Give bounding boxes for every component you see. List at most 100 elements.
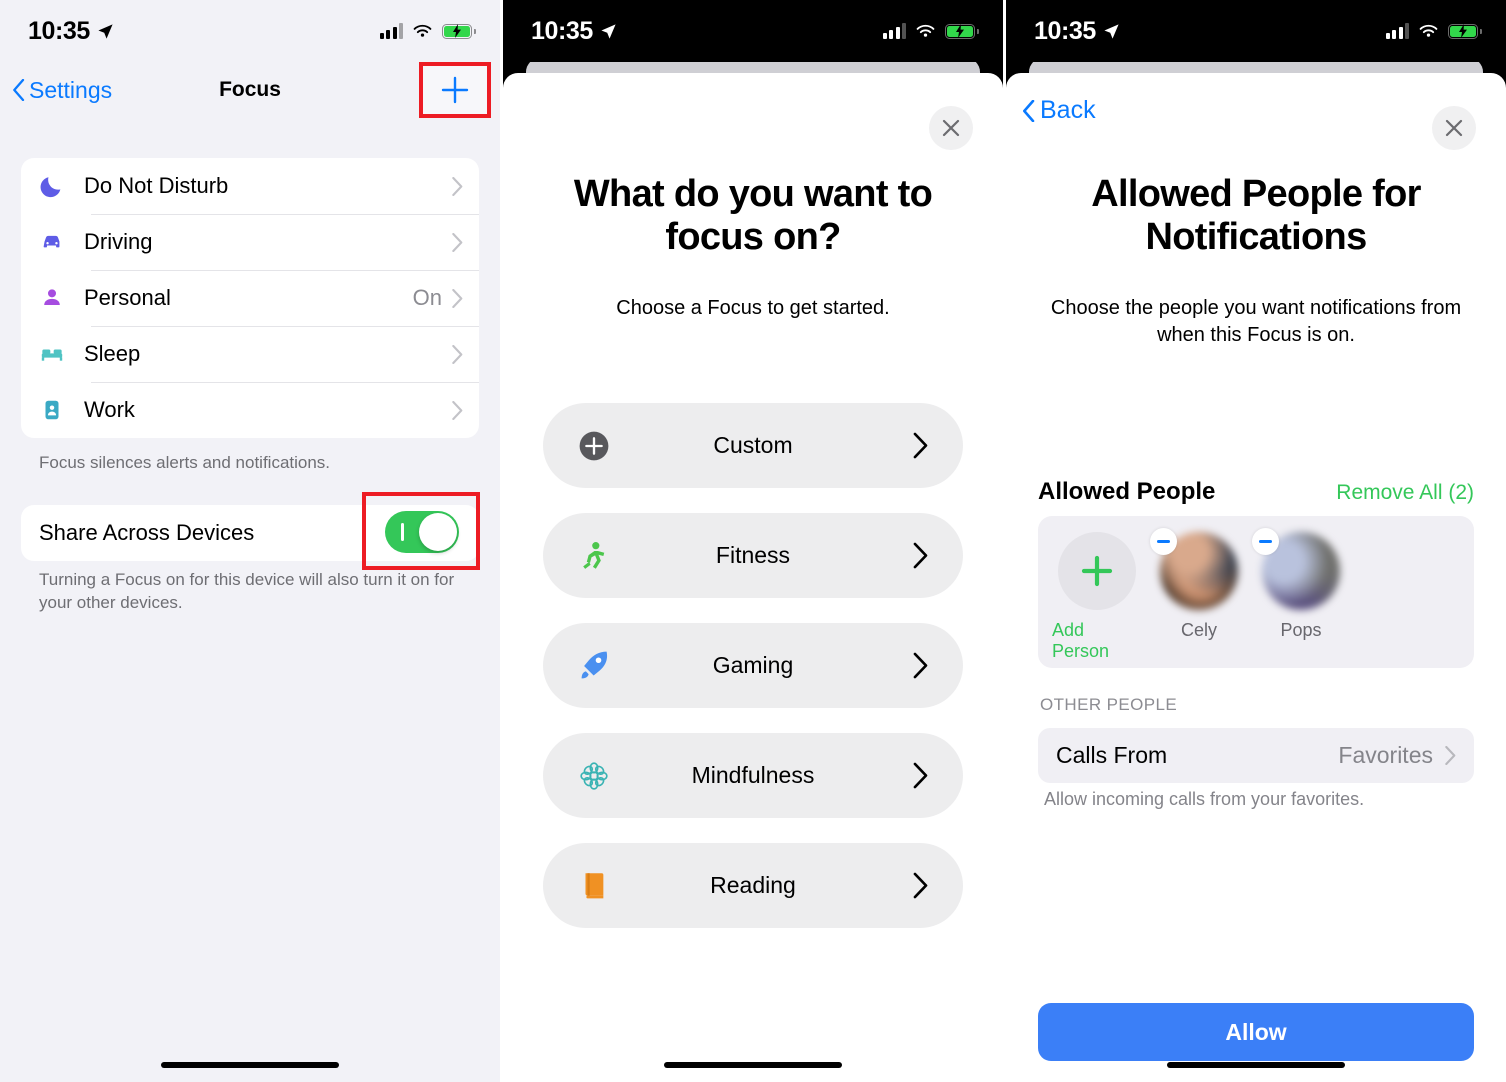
share-across-devices-footnote: Turning a Focus on for this device will … (39, 570, 455, 612)
close-sheet-button[interactable] (1432, 106, 1476, 150)
status-bar: 10:35 (1006, 0, 1506, 62)
focus-label: Sleep (84, 341, 141, 366)
cellular-signal-icon (882, 23, 906, 39)
sheet-title: What do you want to focus on? (573, 173, 933, 259)
focus-row-personal[interactable]: Personal On (21, 270, 479, 326)
status-bar-indicators (1385, 23, 1482, 39)
status-bar-time-group: 10:35 (1034, 17, 1120, 46)
status-bar: 10:35 (0, 0, 500, 62)
three-phone-screenshots: 10:35 Settings Focus Do Not Disturb Driv… (0, 0, 1506, 1082)
battery-charging-icon (945, 23, 979, 39)
focus-row-do-not-disturb[interactable]: Do Not Disturb (21, 158, 479, 214)
add-person-button[interactable]: Add Person (1052, 532, 1142, 662)
allow-button[interactable]: Allow (1038, 1003, 1474, 1061)
back-label: Settings (29, 76, 113, 103)
battery-charging-icon (1448, 23, 1482, 39)
focus-row-work[interactable]: Work (21, 382, 479, 438)
plus-icon (441, 76, 469, 104)
focus-option-custom[interactable]: Custom (543, 403, 963, 488)
share-across-devices-label: Share Across Devices (39, 520, 255, 545)
chevron-right-icon (452, 344, 463, 364)
focus-label: Personal (84, 285, 171, 310)
remove-all-button[interactable]: Remove All (2) (1336, 481, 1474, 505)
badge-icon (38, 396, 66, 424)
wifi-icon (916, 24, 935, 37)
status-bar-indicators (882, 23, 979, 39)
focus-option-gaming[interactable]: Gaming (543, 623, 963, 708)
chevron-right-icon (452, 288, 463, 308)
allowed-people-section-header: Allowed People Remove All (2) (1038, 478, 1474, 506)
focus-list-footnote: Focus silences alerts and notifications. (39, 453, 331, 472)
focus-option-fitness[interactable]: Fitness (543, 513, 963, 598)
close-sheet-button[interactable] (929, 106, 973, 150)
rocket-icon (573, 645, 615, 687)
chevron-right-icon (913, 652, 928, 679)
sheet-subtitle: Choose a Focus to get started. (616, 297, 890, 319)
battery-charging-icon (442, 23, 476, 39)
status-bar-time-group: 10:35 (28, 17, 114, 46)
home-indicator (664, 1062, 842, 1068)
chevron-right-icon (913, 872, 928, 899)
chevron-right-icon (452, 400, 463, 420)
back-to-settings-button[interactable]: Settings (12, 77, 112, 104)
focus-label: Do Not Disturb (84, 173, 229, 198)
plus-circle-icon (573, 425, 615, 467)
status-bar-indicators (379, 23, 476, 39)
chevron-right-icon (913, 432, 928, 459)
chevron-right-icon (1445, 746, 1456, 765)
cellular-signal-icon (1385, 23, 1409, 39)
focus-label: Work (84, 397, 135, 422)
home-indicator (1167, 1062, 1345, 1068)
sheet-subtitle: Choose the people you want notifications… (1050, 297, 1462, 346)
status-bar-clock: 10:35 (28, 16, 90, 45)
allowed-people-list: Add Person Cely Pops (1038, 516, 1474, 668)
sheet-back-label: Back (1040, 96, 1096, 124)
car-icon (38, 228, 66, 256)
calls-from-value: Favorites (1338, 742, 1433, 768)
calls-from-label: Calls From (1056, 742, 1168, 768)
minus-icon[interactable] (1252, 528, 1279, 555)
status-bar-time-group: 10:35 (531, 17, 617, 46)
person-icon (38, 284, 66, 312)
phone-screen-allowed-people: 10:35 Back Allowed People for Notificati… (1006, 0, 1506, 1082)
add-person-avatar (1058, 532, 1136, 610)
chevron-left-icon (13, 79, 25, 101)
focus-value: On (412, 285, 442, 310)
close-icon (1445, 119, 1463, 137)
focus-row-driving[interactable]: Driving (21, 214, 479, 270)
other-people-group-label: OTHER PEOPLE (1040, 695, 1178, 714)
focus-option-reading[interactable]: Reading (543, 843, 963, 928)
add-focus-button-highlight[interactable] (419, 62, 491, 118)
phone-screen-choose-focus: 10:35 What do you want to focus on? Choo… (503, 0, 1003, 1082)
status-bar: 10:35 (503, 0, 1003, 62)
sheet-title: Allowed People for Notifications (1091, 173, 1421, 259)
location-arrow-icon (1104, 23, 1119, 39)
add-person-label: Add Person (1052, 620, 1110, 661)
chevron-right-icon (913, 762, 928, 789)
focus-row-sleep[interactable]: Sleep (21, 326, 479, 382)
allow-none-button[interactable]: Allow None (1006, 1078, 1506, 1082)
home-indicator (161, 1062, 339, 1068)
allowed-people-sheet: Back Allowed People for Notifications Ch… (1006, 73, 1506, 1082)
focus-option-mindfulness[interactable]: Mindfulness (543, 733, 963, 818)
chevron-right-icon (913, 542, 928, 569)
wifi-icon (1419, 24, 1438, 37)
focus-modes-list: Do Not Disturb Driving Personal On Sleep… (21, 158, 479, 438)
person-name: Pops (1280, 620, 1322, 640)
sheet-back-button[interactable]: Back (1022, 96, 1096, 125)
focus-label: Driving (84, 229, 153, 254)
allowed-people-title: Allowed People (1038, 478, 1216, 505)
allowed-person-pops[interactable]: Pops (1252, 528, 1346, 641)
phone-screen-focus-settings: 10:35 Settings Focus Do Not Disturb Driv… (0, 0, 500, 1082)
calls-from-row[interactable]: Calls From Favorites (1038, 728, 1474, 783)
allowed-person-cely[interactable]: Cely (1150, 528, 1244, 641)
bed-icon (38, 340, 66, 368)
minus-icon[interactable] (1150, 528, 1177, 555)
location-arrow-icon (601, 23, 616, 39)
close-icon (942, 119, 960, 137)
location-arrow-icon (98, 23, 113, 39)
cellular-signal-icon (379, 23, 403, 39)
chevron-right-icon (452, 232, 463, 252)
wifi-icon (413, 24, 432, 37)
status-bar-clock: 10:35 (531, 16, 593, 45)
